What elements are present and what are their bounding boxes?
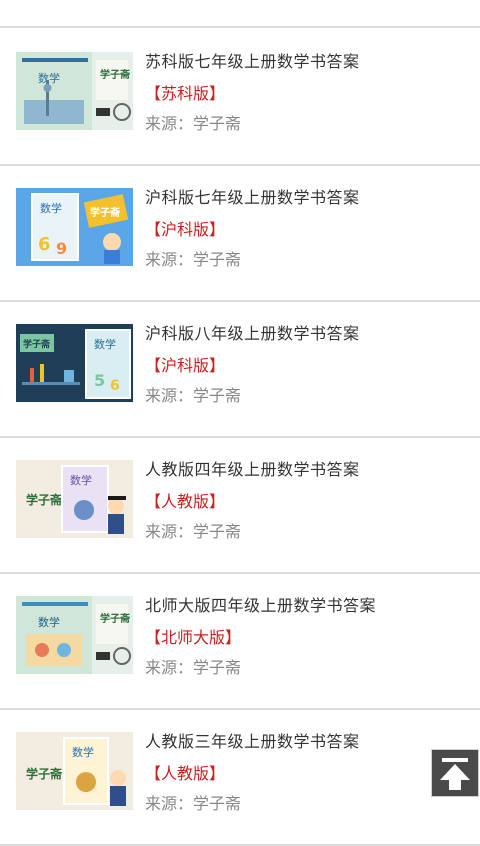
source-label: 来源：学子斋 xyxy=(145,386,242,405)
cover-subject: 数学 xyxy=(94,337,116,351)
cover-subject: 数学 xyxy=(38,615,60,629)
back-to-top-button[interactable] xyxy=(431,749,479,797)
cover-brand: 学子斋 xyxy=(90,206,121,219)
item-title[interactable]: 苏科版七年级上册数学书答案 xyxy=(145,48,360,72)
list-item[interactable]: 学子斋 数学 人教版四年级上册数学书答案 【人教版】 来源：学子斋 xyxy=(0,436,480,574)
arrow-up-to-line-icon xyxy=(440,758,470,790)
book-cover-thumbnail[interactable]: 学子斋 数学 xyxy=(16,460,133,538)
list-item[interactable]: 数学 6 9 学子斋 沪科版七年级上册数学书答案 【沪科版】 来源：学子斋 xyxy=(0,164,480,302)
item-title[interactable]: 沪科版八年级上册数学书答案 xyxy=(145,320,360,344)
cover-subject: 数学 xyxy=(72,745,94,759)
svg-text:9: 9 xyxy=(56,239,67,258)
cover-brand: 学子斋 xyxy=(100,68,131,81)
source-label: 来源：学子斋 xyxy=(145,794,242,813)
edition-badge: 【沪科版】 xyxy=(145,220,226,239)
list-item[interactable]: 数学 学子斋 北师大版四年级上册数学书答案 【北师大版】 来源：学子斋 xyxy=(0,572,480,710)
book-cover-thumbnail[interactable]: 数学 6 9 学子斋 xyxy=(16,188,133,266)
cover-brand: 学子斋 xyxy=(23,338,51,350)
cover-subject: 数学 xyxy=(70,473,92,487)
svg-text:5: 5 xyxy=(94,371,105,390)
list-item[interactable]: 学子斋 数学 人教版三年级上册数学书答案 【人教版】 来源：学子斋 xyxy=(0,708,480,846)
source-label: 来源：学子斋 xyxy=(145,114,242,133)
edition-badge: 【北师大版】 xyxy=(145,628,242,647)
source-label: 来源：学子斋 xyxy=(145,658,242,677)
book-cover-thumbnail[interactable]: 数学 学子斋 xyxy=(16,52,133,130)
list-item[interactable]: 数学 学子斋 苏科版七年级上册数学书答案 【苏科版】 来源：学子斋 xyxy=(0,28,480,166)
cover-brand: 学子斋 xyxy=(26,766,63,781)
source-label: 来源：学子斋 xyxy=(145,522,242,541)
item-title[interactable]: 人教版四年级上册数学书答案 xyxy=(145,456,360,480)
item-title[interactable]: 人教版三年级上册数学书答案 xyxy=(145,728,360,752)
book-cover-thumbnail[interactable]: 学子斋 数学 5 6 xyxy=(16,324,133,402)
item-title[interactable]: 北师大版四年级上册数学书答案 xyxy=(145,592,376,616)
svg-text:6: 6 xyxy=(38,234,51,255)
cover-brand: 学子斋 xyxy=(100,612,131,625)
edition-badge: 【沪科版】 xyxy=(145,356,226,375)
book-cover-thumbnail[interactable]: 学子斋 数学 xyxy=(16,732,133,810)
edition-badge: 【人教版】 xyxy=(145,492,226,511)
list-item[interactable]: 学子斋 数学 5 6 沪科版八年级上册数学书答案 【沪科版】 来源：学子斋 xyxy=(0,300,480,438)
cover-brand: 学子斋 xyxy=(26,492,63,507)
item-title[interactable]: 沪科版七年级上册数学书答案 xyxy=(145,184,360,208)
edition-badge: 【人教版】 xyxy=(145,764,226,783)
edition-badge: 【苏科版】 xyxy=(145,84,226,103)
cover-subject: 数学 xyxy=(40,201,62,215)
svg-text:6: 6 xyxy=(110,378,120,394)
source-label: 来源：学子斋 xyxy=(145,250,242,269)
book-cover-thumbnail[interactable]: 数学 学子斋 xyxy=(16,596,133,674)
